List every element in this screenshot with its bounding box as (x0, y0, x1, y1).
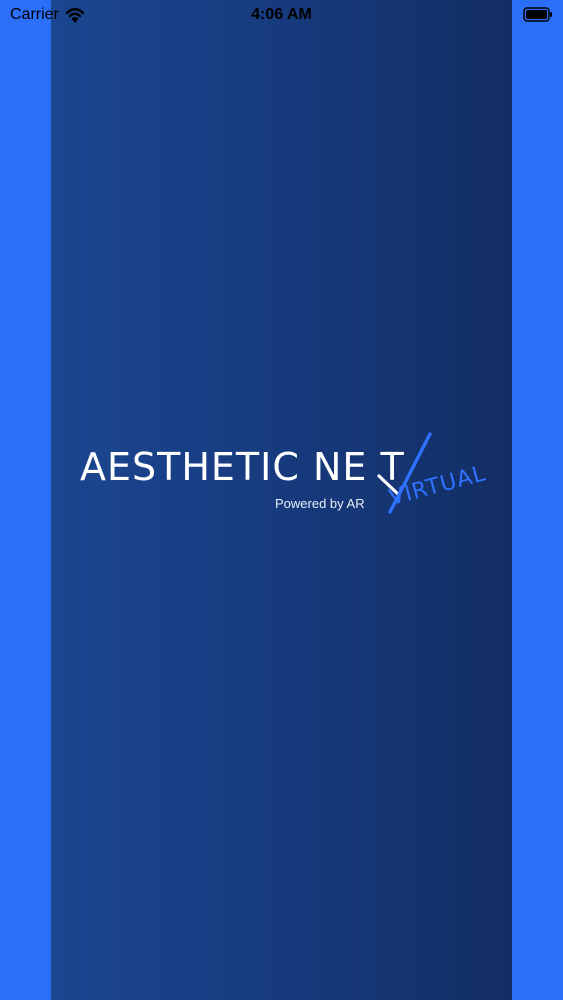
powered-by-label: Powered by AR (275, 496, 365, 511)
brand-logo: AESTHETIC NE T Powered by AR VIRTUAL (80, 432, 510, 527)
logo-main-text: AESTHETIC NE T (80, 445, 405, 489)
status-bar: Carrier 4:06 AM (0, 0, 563, 30)
battery-icon (523, 7, 552, 22)
app-screen: Carrier 4:06 AM AESTHETIC NE T Powered b… (0, 0, 563, 1000)
time-label: 4:06 AM (251, 6, 312, 23)
